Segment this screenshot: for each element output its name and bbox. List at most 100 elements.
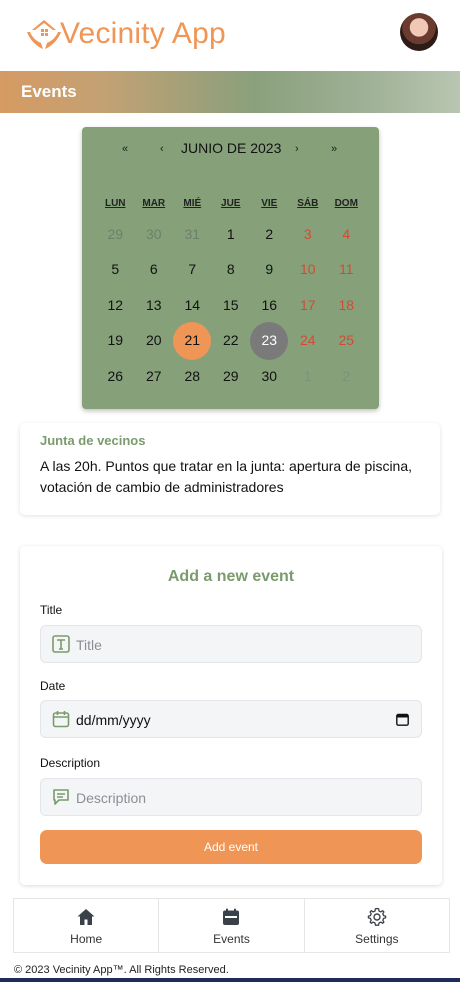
calendar-day[interactable]: 11	[327, 252, 366, 288]
calendar-day-number: 6	[149, 261, 158, 278]
calendar-day[interactable]: 17	[289, 287, 328, 323]
nav-item-home[interactable]: Home	[13, 899, 158, 952]
calendar-day[interactable]: 1	[212, 216, 251, 252]
description-input[interactable]: Description	[40, 778, 422, 816]
title-input[interactable]: Title	[40, 625, 422, 663]
calendar-day[interactable]: 19	[96, 323, 135, 359]
calendar-month-label[interactable]: JUNIO DE 2023	[181, 140, 281, 156]
calendar-day[interactable]: 4	[327, 216, 366, 252]
calendar-widget: « ‹ JUNIO DE 2023 › » LUN MAR MIÉ JUE VIE SÁB…	[82, 127, 379, 409]
add-event-button[interactable]: Add event	[40, 830, 422, 864]
house-hands-logo-icon	[27, 20, 61, 49]
calendar-day-number: 2	[265, 225, 274, 242]
date-value: dd/mm/yyyy	[76, 712, 151, 728]
calendar-icon	[223, 908, 240, 925]
calendar-day[interactable]: 22	[212, 323, 251, 359]
title-label: Title	[40, 603, 63, 617]
calendar-day[interactable]: 15	[212, 287, 251, 323]
date-input[interactable]: dd/mm/yyyy	[40, 700, 422, 738]
footer-copyright: © 2023 Vecinity App™. All Rights Reserve…	[14, 964, 229, 976]
message-icon	[53, 789, 69, 805]
calendar-day[interactable]: 12	[96, 287, 135, 323]
calendar-day[interactable]: 9	[250, 252, 289, 288]
calendar-day-number: 5	[111, 261, 120, 278]
calendar-day-number: 12	[107, 296, 124, 313]
calendar-day[interactable]: 24	[289, 323, 328, 359]
calendar-navigation: « ‹ JUNIO DE 2023 › »	[82, 140, 379, 160]
calendar-day-selected[interactable]: 23	[250, 321, 289, 360]
calendar-day[interactable]: 6	[135, 252, 174, 288]
calendar-day[interactable]: 10	[289, 252, 328, 288]
calendar-day-number: 24	[299, 332, 316, 349]
calendar-day-number: 8	[226, 261, 235, 278]
calendar-day[interactable]: 30	[135, 216, 174, 252]
calendar-day[interactable]: 31	[173, 216, 212, 252]
calendar-day[interactable]: 28	[173, 358, 212, 394]
weekday-label: LUN	[104, 198, 126, 209]
weekday-label: MAR	[142, 198, 166, 209]
calendar-day[interactable]: 29	[212, 358, 251, 394]
app-logo[interactable]: Vecinity App	[24, 10, 226, 58]
prev-month-button[interactable]: ‹	[160, 143, 164, 155]
calendar-day-number: 3	[303, 225, 312, 242]
calendar-day-number: 22	[222, 332, 239, 349]
user-avatar[interactable]	[400, 13, 438, 51]
calendar-day-number: 7	[188, 261, 197, 278]
calendar-day-number: 17	[299, 296, 316, 313]
calendar-day[interactable]: 13	[135, 287, 174, 323]
top-app-bar: Vecinity App	[0, 0, 460, 70]
calendar-day[interactable]: 2	[327, 358, 366, 394]
event-description: A las 20h. Puntos que tratar en la junta…	[40, 458, 413, 495]
calendar-day-number: 31	[184, 225, 201, 242]
weekday-label: JUE	[221, 198, 241, 209]
nav-item-settings[interactable]: Settings	[303, 899, 450, 952]
calendar-day-number: 20	[145, 332, 162, 349]
calendar-day-number: 15	[222, 296, 239, 313]
calendar-day-number: 30	[261, 367, 278, 384]
calendar-day[interactable]: 5	[96, 252, 135, 288]
calendar-day-number: 4	[342, 225, 351, 242]
calendar-day[interactable]: 2	[250, 216, 289, 252]
calendar-day[interactable]: 3	[289, 216, 328, 252]
form-heading: Add a new event	[167, 568, 295, 585]
date-picker-icon[interactable]	[396, 713, 409, 726]
calendar-day[interactable]: 29	[96, 216, 135, 252]
calendar-day[interactable]: 27	[135, 358, 174, 394]
calendar-day-number: 14	[184, 296, 201, 313]
calendar-day[interactable]: 8	[212, 252, 251, 288]
next-month-button[interactable]: ›	[295, 143, 299, 155]
section-title-bar: Events	[0, 71, 460, 113]
calendar-weekday-header: LUN MAR MIÉ JUE VIE SÁB DOM	[96, 198, 366, 209]
description-placeholder: Description	[76, 790, 147, 806]
calendar-day-number: 1	[303, 367, 312, 384]
calendar-day[interactable]: 20	[135, 323, 174, 359]
calendar-day[interactable]: 7	[173, 252, 212, 288]
weekday-label: MIÉ	[183, 198, 202, 209]
calendar-day[interactable]: 26	[96, 358, 135, 394]
calendar-day[interactable]: 14	[173, 287, 212, 323]
event-card[interactable]: Junta de vecinos A las 20h. Puntos que t…	[20, 423, 440, 515]
calendar-day[interactable]: 30	[250, 358, 289, 394]
calendar-day-today[interactable]: 21	[173, 321, 212, 360]
nav-item-events[interactable]: Events	[158, 899, 303, 952]
page-title: Events	[21, 82, 77, 101]
calendar-day-number: 10	[299, 261, 316, 278]
next-year-button[interactable]: »	[331, 143, 337, 155]
calendar-day-number: 25	[338, 332, 355, 349]
bottom-navigation: Home Events Settings	[13, 898, 450, 953]
calendar-day[interactable]: 25	[327, 323, 366, 359]
calendar-day[interactable]: 1	[289, 358, 328, 394]
nav-label-settings: Settings	[355, 932, 399, 946]
calendar-day[interactable]: 16	[250, 287, 289, 323]
calendar-day[interactable]: 18	[327, 287, 366, 323]
app-name: Vecinity App	[60, 17, 226, 50]
description-label: Description	[40, 756, 101, 770]
calendar-day-number: 1	[226, 225, 235, 242]
prev-year-button[interactable]: «	[122, 143, 128, 155]
weekday-label: DOM	[334, 198, 358, 209]
calendar-day-number: 23	[261, 332, 278, 349]
calendar-day-number: 26	[107, 367, 124, 384]
calendar-day-number: 16	[261, 296, 278, 313]
calendar-day-grid: 29 30 31 1 2 3 4 5 6 7 8 9 10 11 12 13 14 15 16 17 18 19 20 21 2…	[96, 216, 366, 394]
nav-label-events: Events	[213, 932, 250, 946]
